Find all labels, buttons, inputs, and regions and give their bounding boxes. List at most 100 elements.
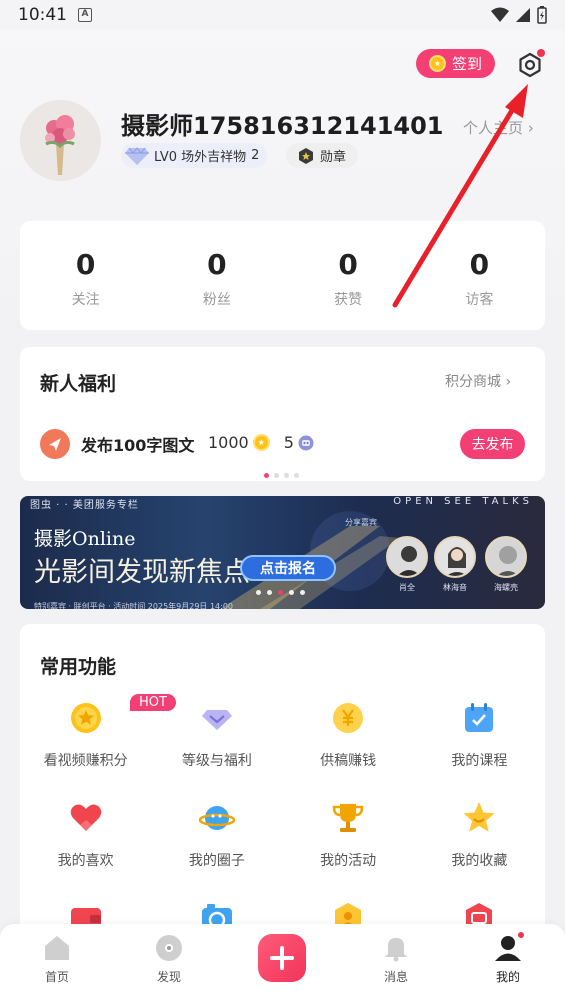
personal-homepage-link[interactable]: 个人主页 › [463,117,534,138]
function-likes[interactable]: 我的喜欢 [20,800,151,870]
bottom-tab-bar: 首页 发现 消息 我的 [0,924,565,1004]
indicator-dot [264,473,269,478]
event-banner[interactable]: 图虫 · · 美团服务专栏 OPEN SEE TALKS 摄影Online 光影… [20,496,545,609]
indicator-dot [256,590,261,595]
yen-icon [333,703,364,733]
function-label: 看视频赚积分 [43,753,128,769]
function-label: 我的喜欢 [57,853,114,869]
stat-likes[interactable]: 0 获赞 [283,221,414,330]
status-bar: 10:41 A [0,0,565,30]
settings-button[interactable] [515,49,545,80]
star-icon [463,802,495,832]
stat-fans[interactable]: 0 粉丝 [151,221,282,330]
indicator-dot [284,473,289,478]
tab-label: 消息 [383,970,408,984]
bell-icon [385,938,407,962]
tab-label: 首页 [44,970,69,984]
publish-button[interactable]: 去发布 [460,429,525,459]
stat-label: 访客 [465,292,494,308]
function-label: 我的收藏 [451,853,508,869]
speaker-avatar [485,536,527,578]
signin-button[interactable]: ★ 签到 [416,49,495,78]
coin-icon [70,703,101,733]
banner-register-button[interactable]: 点击报名 [240,555,336,581]
heart-icon [70,804,101,831]
status-icons [491,6,547,24]
stat-value: 0 [207,248,227,281]
stat-label: 获赞 [334,292,363,308]
banner-open-text: OPEN SEE TALKS [393,496,533,507]
create-post-button[interactable] [258,934,306,982]
speaker-name: 林海音 [443,583,467,592]
indicator-dot [294,473,299,478]
indicator-dot [300,590,305,595]
stat-value: 0 [338,248,358,281]
stat-label: 粉丝 [202,292,231,308]
tab-home[interactable]: 首页 [27,934,87,985]
function-label: 我的圈子 [188,853,245,869]
banner-logos: 图虫 · · 美团服务专栏 [30,500,139,511]
stat-value: 0 [75,248,96,281]
stat-following[interactable]: 0 关注 [20,221,151,330]
function-label: 供稿赚钱 [320,753,377,769]
function-circles[interactable]: 我的圈子 [151,800,282,870]
tab-mine[interactable]: 我的 [478,932,538,985]
mine-notification-dot [518,932,524,938]
speaker-avatar [434,536,476,578]
speaker-avatar [386,536,428,578]
signin-label: 签到 [451,55,482,73]
functions-title: 常用功能 [40,656,117,678]
function-activities[interactable]: 我的活动 [283,800,414,870]
reward-points: 1000 [208,433,249,452]
stats-card: 0 关注 0 粉丝 0 获赞 0 访客 [20,221,545,330]
wifi-icon [491,7,509,22]
speaker-name: 海螺壳 [494,583,518,592]
signal-icon [516,8,530,22]
medal-icon [298,147,313,164]
common-functions-card: 常用功能 HOT 看视频赚积分 等级与福利 供稿赚钱 我的课程 我的喜欢 我的圈… [20,624,545,964]
function-watch-video[interactable]: 看视频赚积分 [20,700,151,770]
tab-label: 发现 [156,970,181,984]
level-badge[interactable]: LV0 场外吉祥物 2 [121,143,268,168]
coin-icon: ★ [428,55,446,72]
tab-messages[interactable]: 消息 [366,934,426,985]
function-contribute[interactable]: 供稿赚钱 [283,700,414,770]
diamond-icon [125,146,149,165]
stat-visitors[interactable]: 0 访客 [414,221,545,330]
stat-label: 关注 [71,292,100,308]
function-label: 等级与福利 [181,753,252,769]
username: 摄影师17581631214140​1 [121,112,444,140]
newuser-title: 新人福利 [40,373,117,395]
home-icon [45,936,69,960]
indicator-dot [267,590,272,595]
level-count: 2 [251,148,260,163]
settings-notification-dot [537,49,545,57]
compass-icon [156,935,182,961]
planet-icon [198,806,235,830]
function-label: 我的课程 [451,753,508,769]
robot-icon [298,435,314,450]
carousel-indicator [264,473,299,478]
stat-value: 0 [469,248,490,281]
diamond-icon [201,710,232,730]
indicator-dot [289,590,294,595]
points-mall-link[interactable]: 积分商城 › [445,371,511,391]
function-courses[interactable]: 我的课程 [414,700,545,770]
task-reward: 1000 ★ 5 [208,433,314,452]
banner-title: 光影间发现新焦点 [34,557,250,588]
function-favorites[interactable]: 我的收藏 [414,800,545,870]
function-label: 我的活动 [320,853,377,869]
medal-badge[interactable]: 勋章 [286,143,358,168]
task-icon [40,429,70,459]
battery-icon [537,6,547,24]
tab-discover[interactable]: 发现 [139,934,199,985]
indicator-dot [278,590,283,595]
function-level-benefits[interactable]: 等级与福利 [151,700,282,770]
level-text: LV0 场外吉祥物 [154,150,247,165]
reward-count: 5 [283,433,294,452]
medal-label: 勋章 [319,150,346,165]
banner-share-label: 分享嘉宾 [345,518,377,527]
coin-icon: ★ [252,434,270,451]
user-icon [495,936,521,961]
avatar[interactable] [20,100,101,181]
